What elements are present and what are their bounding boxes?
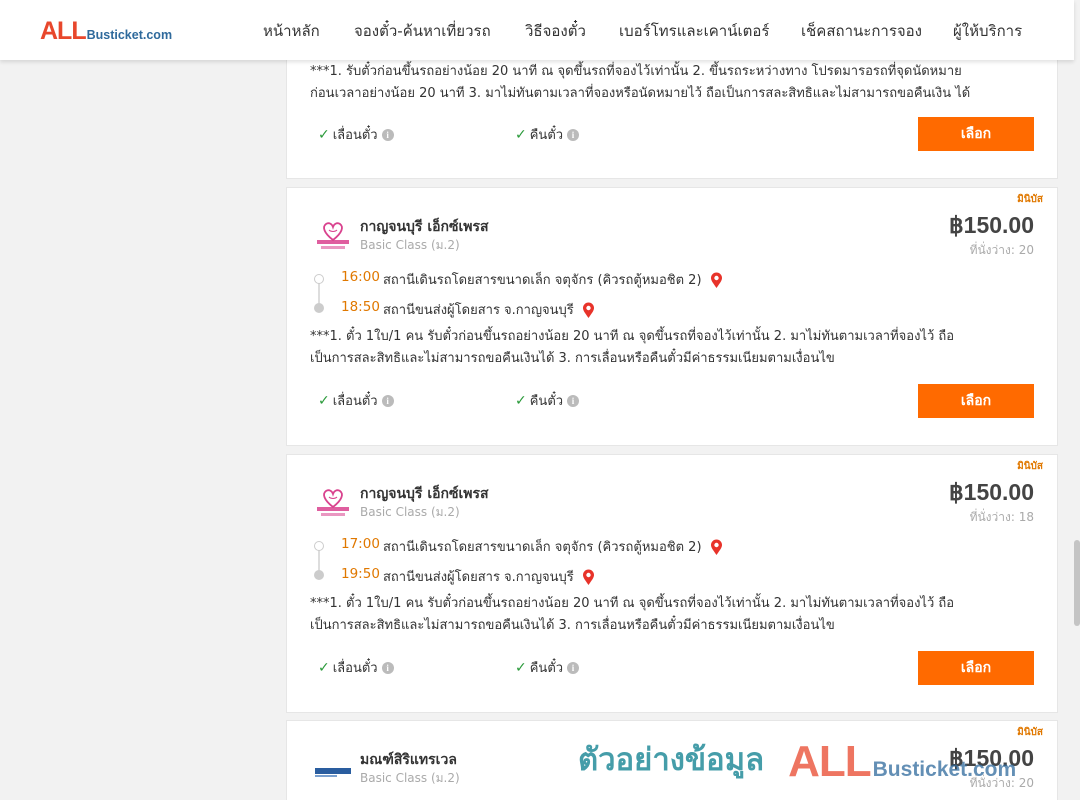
reschedule-policy: ✓ เลื่อนตั๋ว i (318, 124, 394, 145)
info-icon[interactable]: i (567, 394, 580, 407)
trip-card-partial: ***1. รับตั๋วก่อนขึ้นรถอย่างน้อย 20 นาที… (286, 40, 1058, 179)
departure-station: สถานีเดินรถโดยสารขนาดเล็ก จตุจักร (คิวรถ… (383, 269, 723, 290)
nav-phone-counter[interactable]: เบอร์โทรและเคาน์เตอร์ (619, 19, 769, 43)
departure-station-name: สถานีเดินรถโดยสารขนาดเล็ก จตุจักร (คิวรถ… (383, 273, 702, 288)
trip-note-line: ก่อนเวลาอย่างน้อย 20 นาที 3. มาไม่ทันตาม… (310, 86, 971, 101)
departure-station-name: สถานีเดินรถโดยสารขนาดเล็ก จตุจักร (คิวรถ… (383, 540, 702, 555)
refund-policy: ✓ คืนตั๋ว i (515, 124, 580, 145)
check-icon: ✓ (515, 659, 527, 676)
trip-note: ***1. รับตั๋วก่อนขึ้นรถอย่างน้อย 20 นาที… (310, 61, 1015, 105)
check-icon: ✓ (515, 392, 527, 409)
nav-book-search[interactable]: จองตั๋ว-ค้นหาเที่ยวรถ (354, 19, 491, 43)
operator-name: กาญจนบุรี เอ็กซ์เพรส (360, 219, 489, 235)
nav-operators[interactable]: ผู้ให้บริการ (953, 19, 1022, 43)
check-icon: ✓ (318, 126, 330, 143)
vehicle-type-badge: มินิบัส (1017, 727, 1043, 738)
reschedule-label: เลื่อนตั๋ว (332, 394, 378, 409)
map-pin-icon[interactable] (582, 569, 595, 586)
arrival-station-name: สถานีขนส่งผู้โดยสาร จ.กาญจนบุรี (383, 570, 574, 585)
vehicle-type-badge: มินิบัส (1017, 461, 1043, 472)
departure-dot (314, 541, 324, 551)
service-class: Basic Class (ม.2) (360, 238, 460, 252)
reschedule-label: เลื่อนตั๋ว (332, 661, 378, 676)
check-icon: ✓ (318, 392, 330, 409)
trip-note-line: เป็นการสละสิทธิและไม่สามารถขอคืนเงินได้ … (310, 351, 835, 366)
reschedule-policy: ✓ เลื่อนตั๋ว i (318, 390, 394, 411)
departure-time: 17:00 (341, 536, 380, 552)
seats-available: ที่นั่งว่าง: 20 (969, 243, 1034, 257)
reschedule-label: เลื่อนตั๋ว (332, 128, 378, 143)
check-icon: ✓ (318, 659, 330, 676)
site-header: ALL Busticket.com หน้าหลัก จองตั๋ว-ค้นหา… (0, 0, 1074, 60)
trip-note-line: ***1. ตั๋ว 1ใบ/1 คน รับตั๋วก่อนขึ้นรถอย่… (310, 329, 955, 344)
trip-note: ***1. ตั๋ว 1ใบ/1 คน รับตั๋วก่อนขึ้นรถอย่… (310, 326, 1015, 370)
info-icon[interactable]: i (381, 394, 394, 407)
trip-note: ***1. ตั๋ว 1ใบ/1 คน รับตั๋วก่อนขึ้นรถอย่… (310, 593, 1015, 637)
operator-name: มณฑ์สิริแทรเวล (360, 752, 457, 768)
operator-logo (317, 222, 349, 249)
arrival-dot (314, 303, 324, 313)
info-icon[interactable]: i (381, 128, 394, 141)
select-button[interactable]: เลือก (918, 651, 1034, 685)
operator-name: กาญจนบุรี เอ็กซ์เพรส (360, 486, 489, 502)
arrival-station: สถานีขนส่งผู้โดยสาร จ.กาญจนบุรี (383, 566, 595, 587)
map-pin-icon[interactable] (710, 539, 723, 556)
arrival-dot (314, 570, 324, 580)
refund-label: คืนตั๋ว (529, 128, 564, 143)
refund-label: คืนตั๋ว (529, 394, 564, 409)
map-pin-icon[interactable] (582, 302, 595, 319)
page-scrollbar[interactable] (1074, 0, 1080, 800)
trip-card: มินิบัส มณฑ์สิริแทรเวล Basic Class (ม.2)… (286, 720, 1058, 800)
service-class: Basic Class (ม.2) (360, 771, 460, 785)
trip-card: มินิบัส กาญจนบุรี เอ็กซ์เพรส Basic Class… (286, 187, 1058, 446)
arrival-time: 19:50 (341, 566, 380, 582)
info-icon[interactable]: i (567, 661, 580, 674)
seats-available: ที่นั่งว่าง: 20 (969, 776, 1034, 790)
map-pin-icon[interactable] (710, 272, 723, 289)
trip-note-line: ***1. รับตั๋วก่อนขึ้นรถอย่างน้อย 20 นาที… (310, 64, 962, 79)
vehicle-type-badge: มินิบัส (1017, 194, 1043, 205)
arrival-station-name: สถานีขนส่งผู้โดยสาร จ.กาญจนบุรี (383, 303, 574, 318)
departure-dot (314, 274, 324, 284)
scrollbar-thumb[interactable] (1074, 540, 1080, 626)
operator-logo (315, 768, 351, 777)
select-button[interactable]: เลือก (918, 384, 1034, 418)
refund-policy: ✓ คืนตั๋ว i (515, 390, 580, 411)
trip-card: มินิบัส กาญจนบุรี เอ็กซ์เพรส Basic Class… (286, 454, 1058, 713)
info-icon[interactable]: i (381, 661, 394, 674)
nav-home[interactable]: หน้าหลัก (263, 19, 320, 43)
trip-note-line: เป็นการสละสิทธิและไม่สามารถขอคืนเงินได้ … (310, 618, 835, 633)
refund-policy: ✓ คืนตั๋ว i (515, 657, 580, 678)
seats-available: ที่นั่งว่าง: 18 (969, 510, 1034, 524)
refund-label: คืนตั๋ว (529, 661, 564, 676)
departure-time: 16:00 (341, 269, 380, 285)
info-icon[interactable]: i (567, 128, 580, 141)
operator-logo (317, 489, 349, 516)
select-button[interactable]: เลือก (918, 117, 1034, 151)
arrival-time: 18:50 (341, 299, 380, 315)
ticket-price: ฿150.00 (949, 212, 1034, 238)
arrival-station: สถานีขนส่งผู้โดยสาร จ.กาญจนบุรี (383, 299, 595, 320)
service-class: Basic Class (ม.2) (360, 505, 460, 519)
main-nav: หน้าหลัก จองตั๋ว-ค้นหาเที่ยวรถ วิธีจองตั… (0, 19, 1074, 43)
check-icon: ✓ (515, 126, 527, 143)
ticket-price: ฿150.00 (949, 745, 1034, 771)
ticket-price: ฿150.00 (949, 479, 1034, 505)
departure-station: สถานีเดินรถโดยสารขนาดเล็ก จตุจักร (คิวรถ… (383, 536, 723, 557)
reschedule-policy: ✓ เลื่อนตั๋ว i (318, 657, 394, 678)
trip-note-line: ***1. ตั๋ว 1ใบ/1 คน รับตั๋วก่อนขึ้นรถอย่… (310, 596, 955, 611)
nav-how-to-book[interactable]: วิธีจองตั๋ว (525, 19, 586, 43)
nav-check-status[interactable]: เช็คสถานะการจอง (801, 19, 922, 43)
